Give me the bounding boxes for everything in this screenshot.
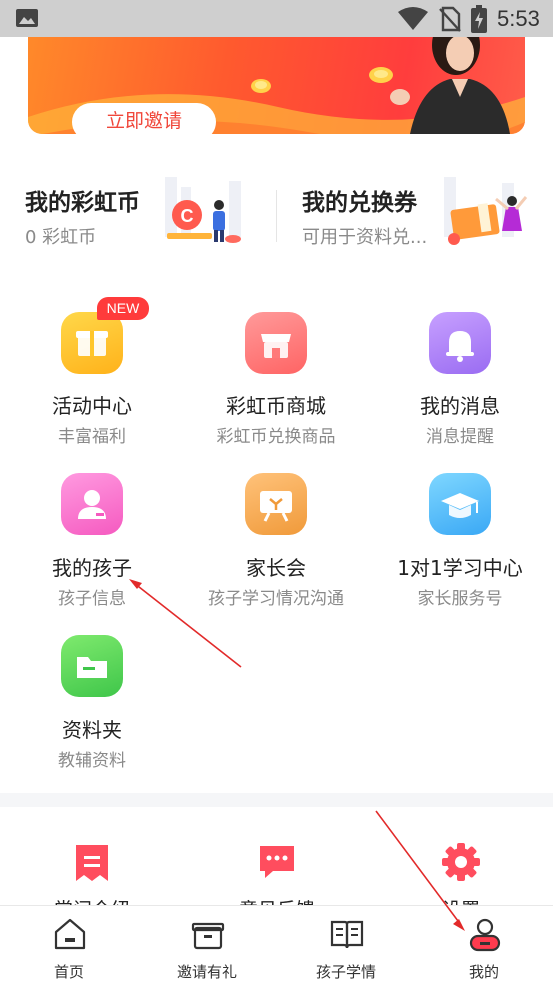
voucher-card[interactable]: 我的兑换券 可用于资料兑... — [302, 167, 532, 267]
grid-label[interactable]: 家长会 — [184, 552, 368, 581]
home-icon — [54, 918, 86, 950]
wifi-icon — [398, 7, 428, 30]
folder-icon[interactable] — [61, 635, 123, 697]
tab-label: 我的 — [468, 963, 499, 981]
coin-card-illustration: C — [165, 177, 241, 243]
battery-charging-icon — [471, 5, 487, 33]
tab-home[interactable]: 首页 — [0, 906, 138, 984]
grid-label[interactable]: 我的消息 — [368, 390, 552, 419]
tab-invite[interactable]: 邀请有礼 — [138, 906, 276, 984]
meeting-board-icon[interactable] — [245, 473, 307, 535]
profile-content[interactable]: 立即邀请 我的彩虹币 0 彩虹币 C 我的兑换券 可用于资料兑... NEW 活… — [0, 37, 553, 905]
grid-sub: 消息提醒 — [426, 427, 494, 447]
book-icon — [330, 920, 364, 949]
tab-label: 首页 — [53, 963, 84, 981]
status-time: 5:53 — [497, 6, 540, 31]
bottom-tab-bar: 首页 邀请有礼 孩子学情 我的 — [0, 905, 553, 984]
rainbow-coin-card[interactable]: 我的彩虹币 0 彩虹币 C — [25, 167, 265, 267]
svg-text:C: C — [181, 206, 194, 226]
coin-icon — [251, 79, 271, 93]
card-title: 我的彩虹币 — [25, 190, 140, 216]
new-badge: NEW — [97, 297, 149, 320]
grid-sub: 孩子学习情况沟通 — [208, 589, 344, 609]
grid-label[interactable]: 1对1学习中心 — [368, 552, 552, 581]
section-divider — [0, 793, 553, 807]
tab-label: 邀请有礼 — [176, 963, 237, 981]
bottom-grid-label[interactable]: 意见反馈 — [207, 895, 347, 905]
status-bar: 5:53 — [0, 0, 553, 37]
grid-label[interactable]: 我的孩子 — [0, 552, 184, 581]
tab-label: 孩子学情 — [315, 963, 376, 981]
grid-label[interactable]: 资料夹 — [0, 714, 184, 743]
receipt-icon[interactable] — [74, 843, 110, 883]
child-icon[interactable] — [61, 473, 123, 535]
invite-banner[interactable]: 立即邀请 — [28, 37, 525, 134]
gift-box-icon — [191, 922, 225, 950]
card-title: 我的兑换券 — [302, 190, 417, 216]
invite-now-button[interactable]: 立即邀请 — [72, 103, 216, 134]
graduation-cap-icon[interactable] — [429, 473, 491, 535]
image-icon — [16, 9, 38, 27]
voucher-card-illustration — [444, 177, 528, 245]
grid-label[interactable]: 彩虹币商城 — [184, 390, 368, 419]
no-sim-icon — [439, 6, 461, 32]
bottom-grid-label[interactable]: 设置 — [391, 895, 531, 905]
gear-icon[interactable] — [441, 842, 481, 882]
profile-icon — [469, 918, 501, 952]
tab-mine[interactable]: 我的 — [415, 906, 553, 984]
card-subtitle: 0 彩虹币 — [25, 227, 97, 248]
tab-child-study[interactable]: 孩子学情 — [277, 906, 415, 984]
grid-sub: 彩虹币兑换商品 — [216, 427, 336, 447]
grid-sub: 孩子信息 — [58, 589, 126, 609]
card-subtitle: 可用于资料兑... — [302, 227, 428, 248]
store-icon[interactable] — [245, 312, 307, 374]
grid-label[interactable]: 活动中心 — [0, 390, 184, 419]
gift-icon[interactable] — [61, 312, 123, 374]
grid-sub: 丰富福利 — [58, 427, 126, 447]
bell-icon[interactable] — [429, 312, 491, 374]
grid-sub: 家长服务号 — [417, 589, 503, 609]
card-divider — [276, 190, 277, 242]
bottom-grid-label[interactable]: 常问今纽 — [22, 895, 162, 905]
presenter-illustration — [390, 37, 510, 134]
chat-icon[interactable] — [257, 843, 297, 881]
grid-sub: 教辅资料 — [58, 751, 126, 771]
